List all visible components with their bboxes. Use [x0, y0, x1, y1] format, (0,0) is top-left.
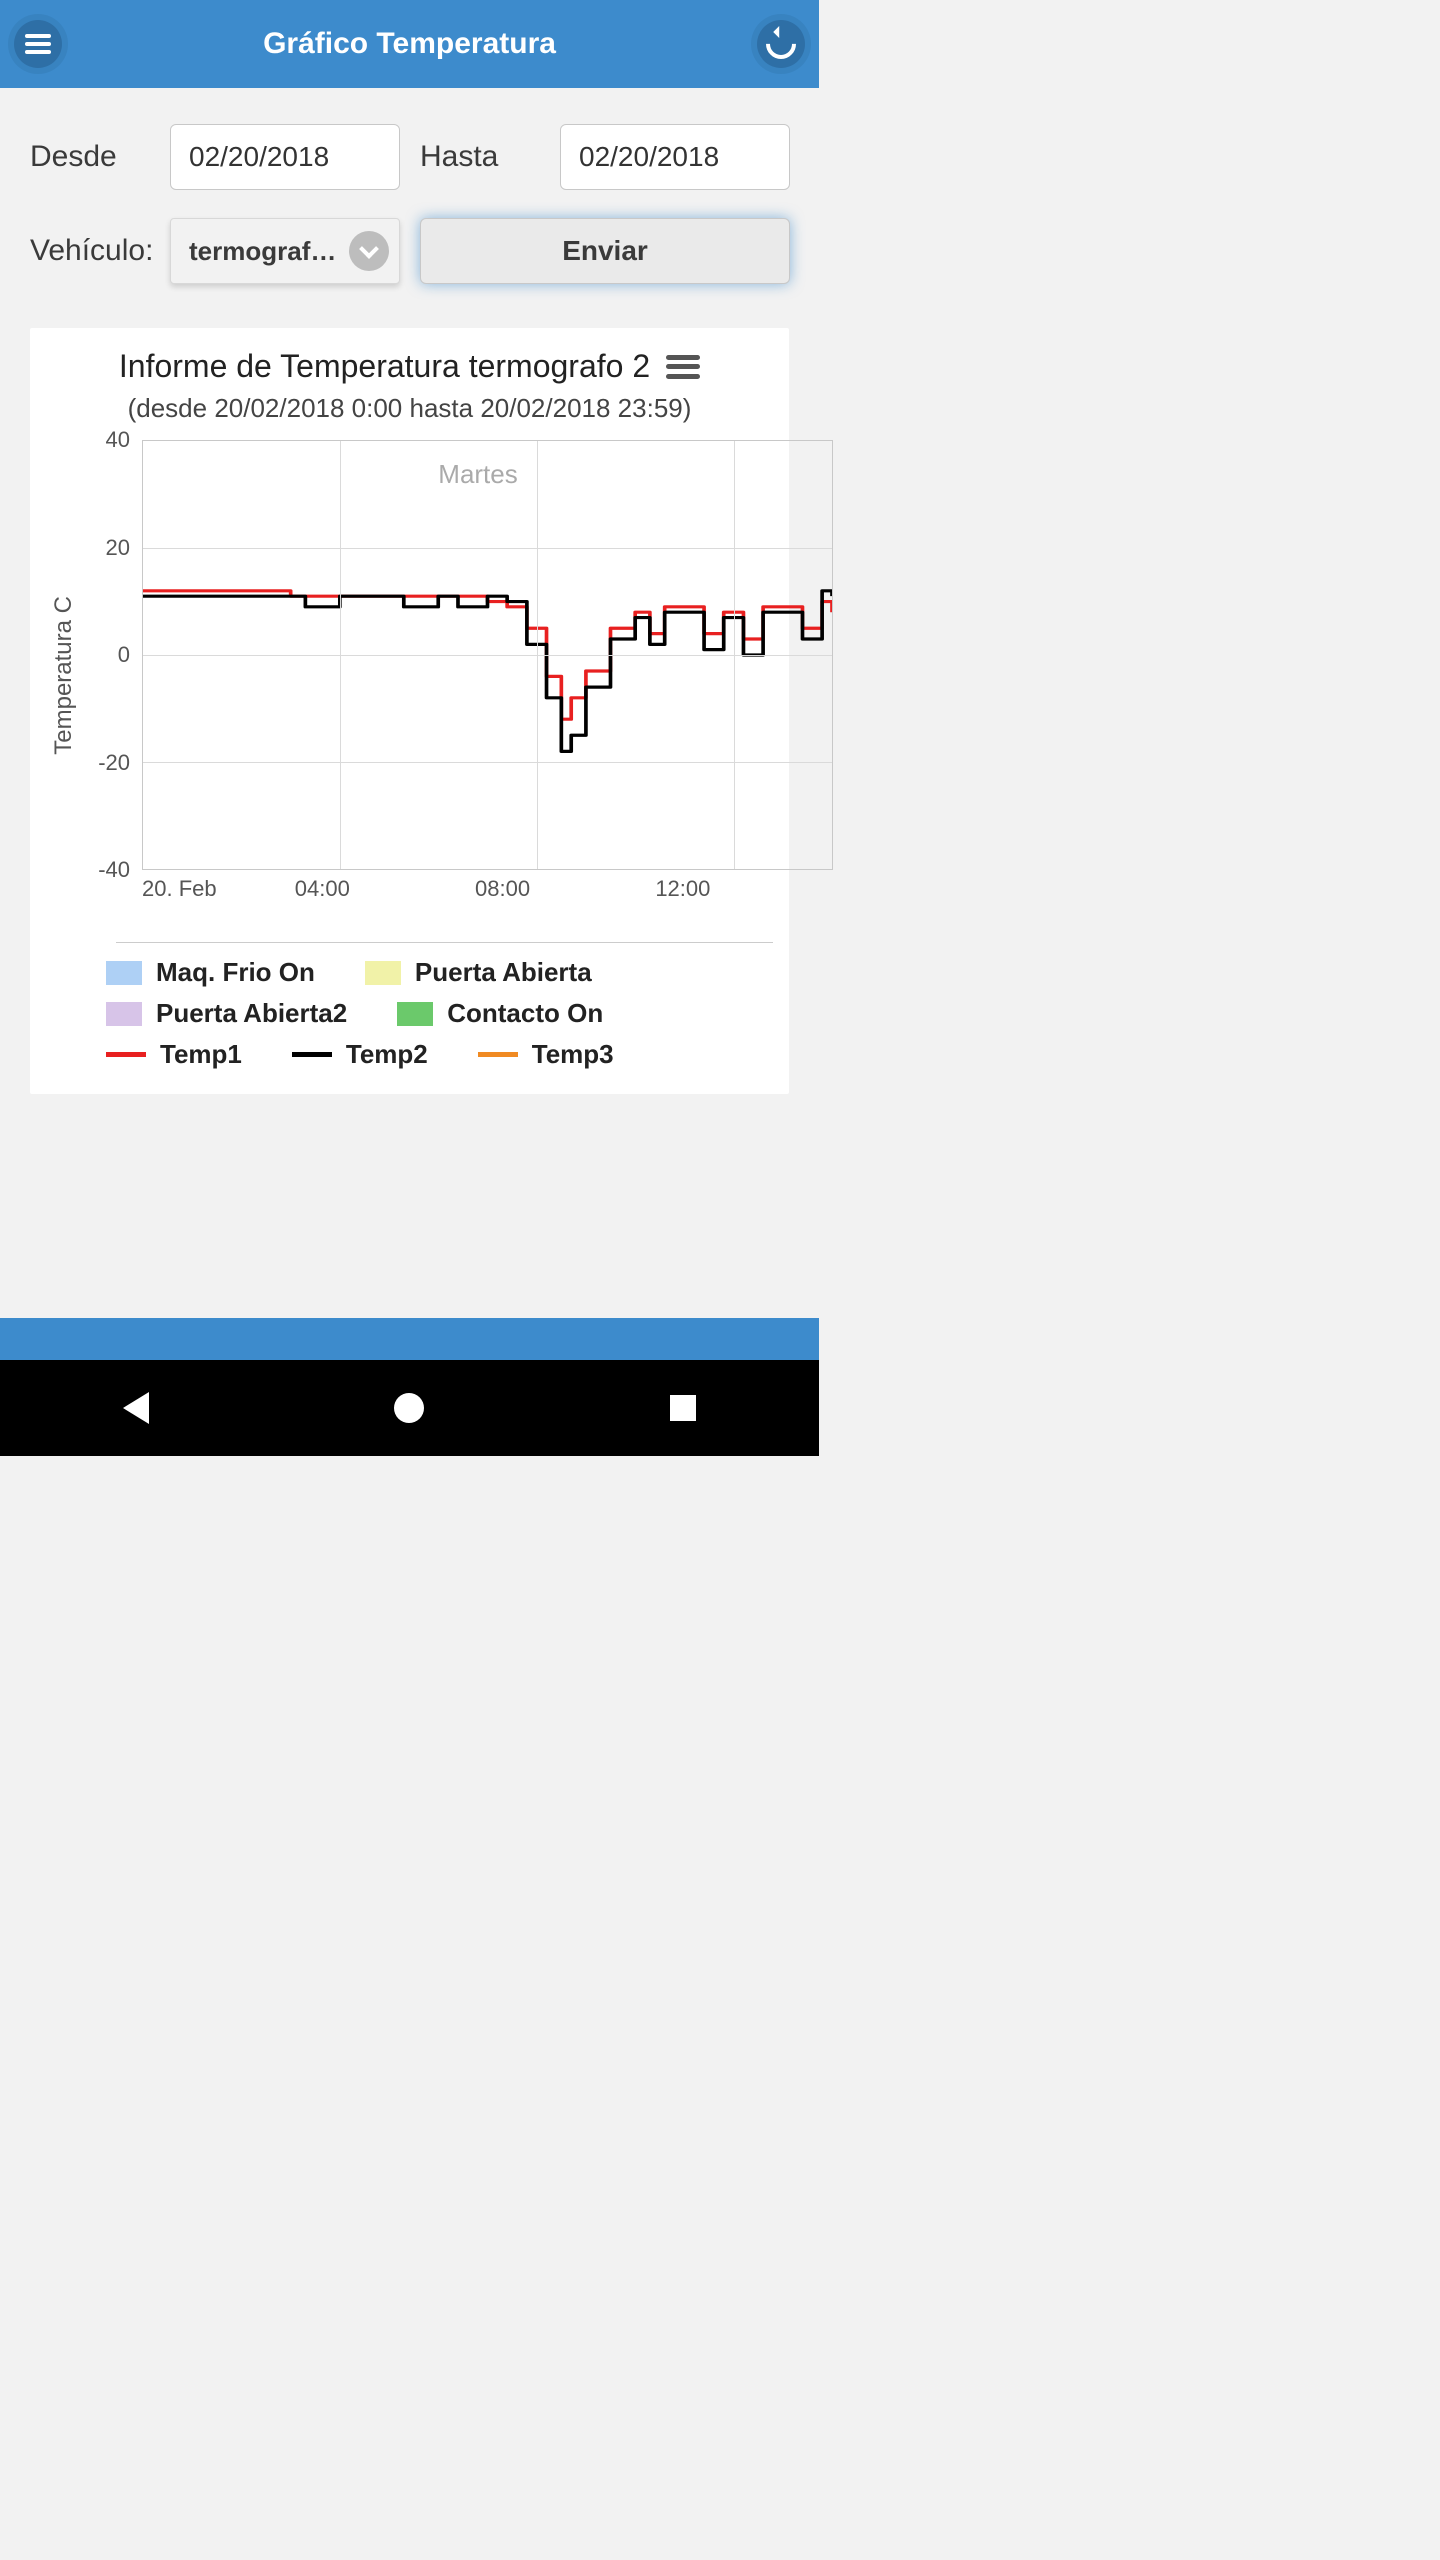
grid-line-v	[537, 441, 538, 869]
legend-swatch	[478, 1052, 518, 1057]
y-tick: -20	[76, 750, 130, 776]
legend: Maq. Frio On Puerta Abierta Puerta Abierta…	[106, 957, 773, 1070]
from-label: Desde	[30, 140, 150, 174]
legend-label: Puerta Abierta2	[156, 998, 347, 1029]
chart-body: 40200-20-40 Martes 20. Feb04:0008:0012:0…	[82, 440, 773, 910]
legend-label: Maq. Frio On	[156, 957, 315, 988]
legend-label: Contacto On	[447, 998, 603, 1029]
android-nav-bar	[0, 1360, 819, 1456]
x-tick: 12:00	[655, 876, 710, 902]
app-header: Gráfico Temperatura	[0, 0, 819, 88]
legend-swatch	[365, 961, 401, 985]
legend-label: Temp1	[160, 1039, 242, 1070]
back-button[interactable]	[757, 20, 805, 68]
y-tick: -40	[76, 857, 130, 883]
legend-swatch	[292, 1052, 332, 1057]
series-Temp2	[143, 591, 832, 752]
legend-separator	[116, 942, 773, 943]
vehicle-selected-text: termograf…	[189, 236, 336, 267]
screen: Gráfico Temperatura Desde 02/20/2018 Has…	[0, 0, 819, 1456]
filter-form: Desde 02/20/2018 Hasta 02/20/2018 Vehícu…	[0, 88, 819, 284]
legend-item[interactable]: Temp3	[478, 1039, 614, 1070]
chart-options-button[interactable]	[666, 355, 700, 379]
y-axis-label: Temperatura C	[50, 596, 78, 755]
y-axis-label-wrap: Temperatura C	[46, 440, 82, 910]
legend-item[interactable]: Temp2	[292, 1039, 428, 1070]
grid-line-v	[340, 441, 341, 869]
legend-label: Temp3	[532, 1039, 614, 1070]
legend-label: Temp2	[346, 1039, 428, 1070]
from-date-input[interactable]: 02/20/2018	[170, 124, 400, 190]
grid-line-h	[143, 655, 832, 656]
legend-swatch	[106, 961, 142, 985]
vehicle-label: Vehículo:	[30, 234, 150, 268]
submit-button[interactable]: Enviar	[420, 218, 790, 284]
y-tick: 40	[76, 427, 130, 453]
to-date-input[interactable]: 02/20/2018	[560, 124, 790, 190]
nav-back-icon[interactable]	[123, 1392, 149, 1424]
nav-recent-icon[interactable]	[670, 1395, 696, 1421]
grid-line-h	[143, 548, 832, 549]
chart-title-row: Informe de Temperatura termografo 2	[46, 348, 773, 385]
chart-surface: Temperatura C 40200-20-40 Martes 20. Feb…	[46, 440, 773, 910]
legend-swatch	[106, 1052, 146, 1057]
to-label: Hasta	[420, 140, 540, 174]
menu-button[interactable]	[14, 20, 62, 68]
x-tick: 04:00	[295, 876, 350, 902]
back-icon	[760, 23, 802, 65]
legend-item[interactable]: Puerta Abierta2	[106, 998, 347, 1029]
chart-subtitle: (desde 20/02/2018 0:00 hasta 20/02/2018 …	[46, 393, 773, 424]
chart-title: Informe de Temperatura termografo 2	[119, 348, 650, 385]
x-tick: 20. Feb	[142, 876, 217, 902]
legend-swatch	[106, 1002, 142, 1026]
vehicle-select[interactable]: termograf…	[170, 218, 400, 284]
legend-label: Puerta Abierta	[415, 957, 592, 988]
page-title: Gráfico Temperatura	[62, 27, 757, 61]
legend-item[interactable]: Puerta Abierta	[365, 957, 592, 988]
nav-home-icon[interactable]	[394, 1393, 424, 1423]
legend-item[interactable]: Maq. Frio On	[106, 957, 315, 988]
grid-line-v	[734, 441, 735, 869]
legend-swatch	[397, 1002, 433, 1026]
chevron-down-icon	[349, 231, 389, 271]
x-tick: 08:00	[475, 876, 530, 902]
legend-item[interactable]: Contacto On	[397, 998, 603, 1029]
chart-card: Informe de Temperatura termografo 2 (des…	[30, 328, 789, 1094]
y-tick: 20	[76, 535, 130, 561]
footer-bar	[0, 1318, 819, 1360]
y-tick: 0	[76, 642, 130, 668]
plot-area[interactable]: Martes	[142, 440, 833, 870]
x-axis-ticks: 20. Feb 04:00 08:00 12:00	[142, 870, 773, 910]
grid-line-h	[143, 762, 832, 763]
legend-item[interactable]: Temp1	[106, 1039, 242, 1070]
menu-icon	[25, 42, 51, 46]
y-axis-ticks: 40200-20-40	[82, 440, 136, 870]
